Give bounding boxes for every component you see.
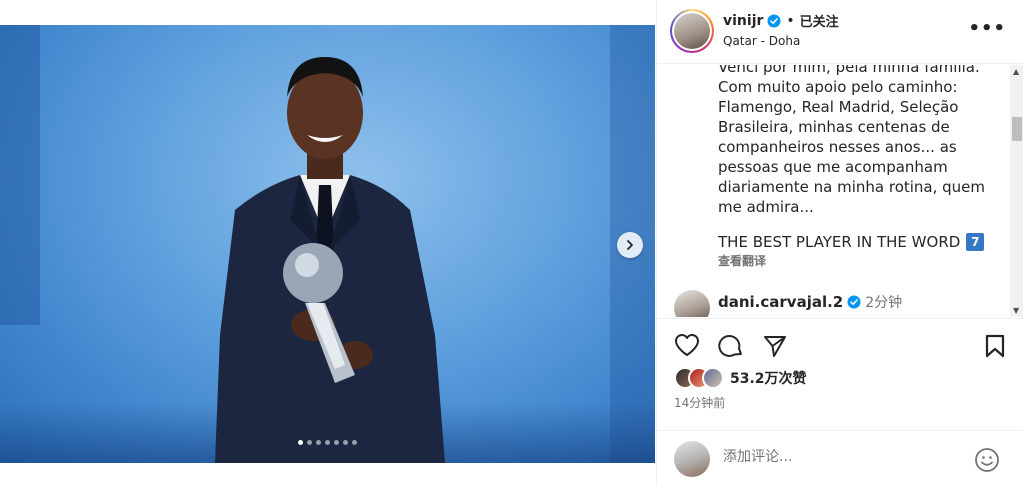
caption-scrollbar[interactable]: ▲ ▼: [1010, 65, 1023, 317]
background-panel: [0, 25, 40, 325]
separator: •: [786, 12, 795, 29]
action-bar: [657, 318, 1023, 370]
likes-summary[interactable]: 53.2万次赞: [674, 366, 807, 390]
liker-avatar: [702, 367, 724, 389]
verified-badge-icon: [847, 295, 861, 309]
author-row: vinijr • 已关注: [723, 11, 839, 31]
author-avatar[interactable]: [670, 9, 714, 53]
chevron-right-icon: [627, 240, 633, 250]
carousel-dot: [316, 440, 321, 445]
media-column: [0, 0, 656, 486]
carousel-dot: [325, 440, 330, 445]
caption-scroll-area[interactable]: Venci por mim, pela minha família. Com m…: [657, 65, 1012, 317]
carousel-dot: [334, 440, 339, 445]
following-button[interactable]: 已关注: [800, 11, 839, 30]
carousel-dot: [307, 440, 312, 445]
post-sidebar: vinijr • 已关注 Qatar - Doha ••• Venci por …: [656, 0, 1023, 486]
save-bookmark-icon[interactable]: [984, 333, 1006, 359]
caption-best-line: THE BEST PLAYER IN THE WORD: [718, 233, 961, 251]
likes-count[interactable]: 53.2万次赞: [730, 368, 807, 388]
post-photo[interactable]: [0, 25, 655, 463]
comment-icon[interactable]: [718, 333, 744, 359]
next-photo-button[interactable]: [617, 232, 643, 258]
like-heart-icon[interactable]: [674, 333, 700, 357]
comment-time: 2分钟: [865, 295, 903, 311]
see-translation-link[interactable]: 查看翻译: [718, 252, 766, 269]
scroll-up-arrow-icon[interactable]: ▲: [1013, 67, 1019, 76]
post-timestamp[interactable]: 14分钟前: [674, 394, 725, 411]
emoji-icon[interactable]: [974, 447, 1000, 473]
more-options-button[interactable]: •••: [968, 20, 1006, 38]
player-figure: [215, 57, 445, 463]
add-comment-bar: [657, 430, 1023, 486]
post-header: vinijr • 已关注 Qatar - Doha •••: [657, 0, 1023, 64]
current-user-avatar: [674, 441, 710, 477]
avatar-image: [674, 13, 710, 49]
carousel-dot: [343, 440, 348, 445]
carousel-dot: [298, 440, 303, 445]
add-comment-input[interactable]: [723, 449, 953, 465]
comment-header: dani.carvajal.2 2分钟: [718, 292, 902, 312]
caption-text: Venci por mim, pela minha família. Com m…: [718, 65, 986, 216]
post-location[interactable]: Qatar - Doha: [723, 34, 800, 48]
carousel-dots: [0, 440, 655, 445]
share-paper-plane-icon[interactable]: [762, 333, 788, 359]
commenter-username[interactable]: dani.carvajal.2: [718, 293, 843, 311]
carousel-dot: [352, 440, 357, 445]
keycap-seven-emoji: 7: [966, 233, 985, 251]
comment-item: dani.carvajal.2 2分钟: [657, 290, 1012, 317]
author-username[interactable]: vinijr: [723, 13, 763, 29]
verified-badge-icon: [767, 14, 781, 27]
scroll-thumb[interactable]: [1012, 117, 1022, 141]
caption-highlight: THE BEST PLAYER IN THE WORD 7: [718, 233, 985, 251]
scroll-down-arrow-icon[interactable]: ▼: [1013, 306, 1019, 315]
commenter-avatar[interactable]: [674, 290, 710, 317]
